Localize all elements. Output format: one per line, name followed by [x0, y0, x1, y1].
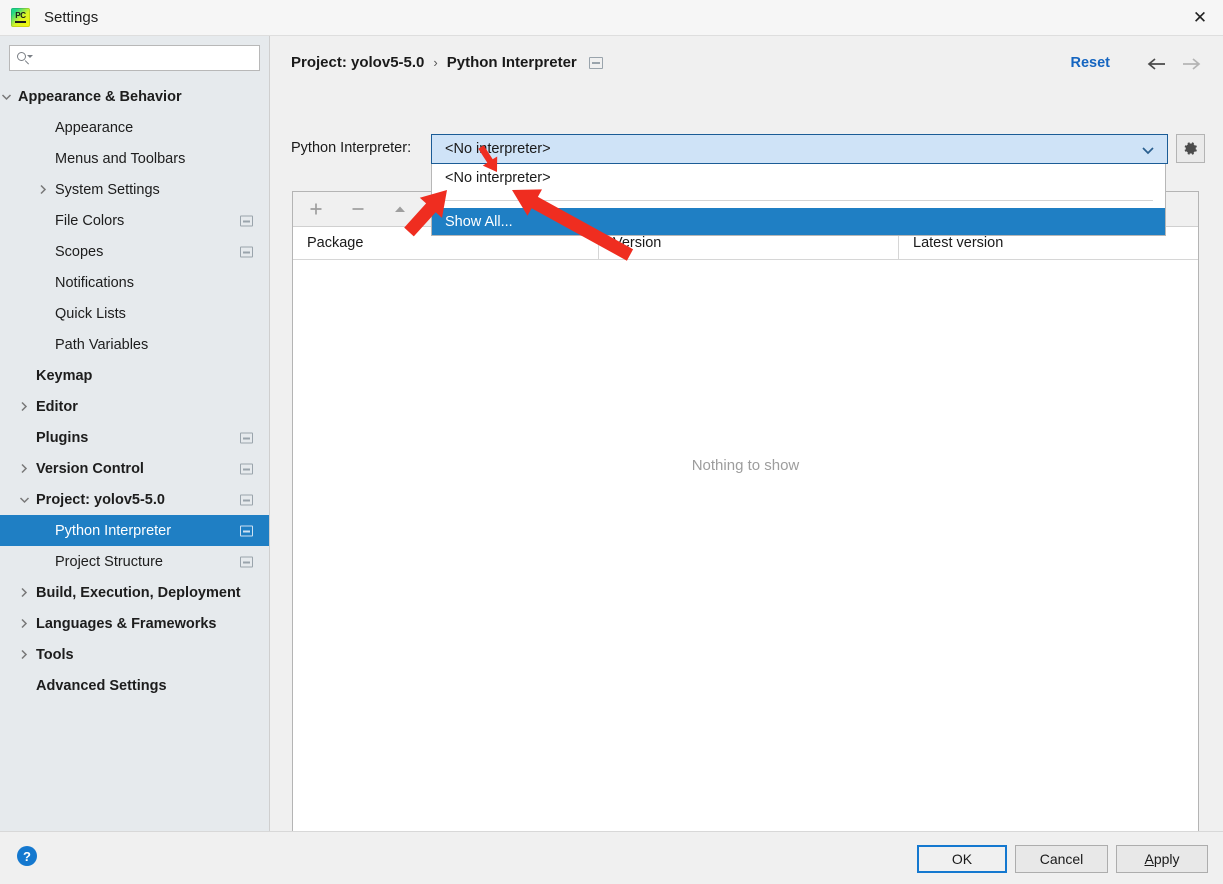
sidebar-item-quick-lists[interactable]: Quick Lists — [0, 298, 269, 329]
reset-link[interactable]: Reset — [1071, 55, 1111, 71]
sidebar-item-label: Project Structure — [55, 553, 163, 570]
breadcrumb-leaf: Python Interpreter — [446, 54, 577, 71]
search-area — [0, 36, 269, 71]
chevron-down-icon[interactable] — [18, 494, 30, 506]
settings-dialog: PC Settings ✕ Appearance & Behavior Appea… — [0, 0, 1223, 884]
project-scope-badge-icon — [240, 525, 253, 536]
project-scope-badge-icon — [240, 246, 253, 257]
search-box[interactable] — [9, 45, 260, 71]
remove-icon[interactable] — [347, 198, 369, 220]
arrow-left-icon[interactable] — [1147, 54, 1167, 74]
interpreter-settings-gear-button[interactable] — [1176, 134, 1205, 163]
dropdown-option-show-all[interactable]: Show All... — [432, 208, 1165, 235]
project-scope-badge-icon — [588, 56, 603, 69]
sidebar-item-advanced-settings[interactable]: Advanced Settings — [0, 670, 269, 701]
sidebar-item-version-control[interactable]: Version Control — [0, 453, 269, 484]
sidebar-item-appearance[interactable]: Appearance — [0, 112, 269, 143]
sidebar-item-label: File Colors — [55, 212, 125, 229]
sidebar-item-label: Python Interpreter — [55, 522, 172, 539]
chevron-right-icon[interactable] — [18, 587, 30, 599]
close-icon[interactable]: ✕ — [1177, 0, 1223, 35]
project-scope-badge-icon — [240, 215, 253, 226]
sidebar-item-label: Scopes — [55, 243, 104, 260]
sidebar-item-build-execution-deployment[interactable]: Build, Execution, Deployment — [0, 577, 269, 608]
upgrade-icon[interactable] — [389, 198, 411, 220]
sidebar-item-label: Languages & Frameworks — [36, 615, 217, 632]
interpreter-dropdown-popup: <No interpreter> Show All... — [431, 164, 1166, 236]
dialog-footer: ? OK Cancel Apply — [0, 831, 1223, 884]
sidebar-item-label: Build, Execution, Deployment — [36, 584, 241, 601]
packages-panel: Package Version Latest version Nothing t… — [292, 191, 1199, 846]
chevron-right-icon[interactable] — [18, 463, 30, 475]
empty-state-text: Nothing to show — [691, 457, 800, 474]
interpreter-label: Python Interpreter: — [291, 140, 412, 156]
apply-button[interactable]: Apply — [1116, 845, 1208, 873]
chevron-right-icon[interactable] — [18, 618, 30, 630]
sidebar-item-label: Notifications — [55, 274, 134, 291]
sidebar-item-label: System Settings — [55, 181, 160, 198]
sidebar-item-label: Tools — [36, 646, 74, 663]
dropdown-separator — [444, 200, 1153, 201]
settings-tree: Appearance & Behavior Appearance Menus and… — [0, 81, 269, 701]
sidebar-item-menus-and-toolbars[interactable]: Menus and Toolbars — [0, 143, 269, 174]
chevron-down-icon — [1141, 144, 1155, 160]
sidebar-item-plugins[interactable]: Plugins — [0, 422, 269, 453]
window-title: Settings — [44, 9, 99, 26]
sidebar-item-notifications[interactable]: Notifications — [0, 267, 269, 298]
arrow-right-icon[interactable] — [1181, 54, 1201, 74]
sidebar-item-label: Appearance & Behavior — [18, 88, 182, 105]
project-scope-badge-icon — [240, 432, 253, 443]
interpreter-selected-value: <No interpreter> — [445, 141, 551, 157]
chevron-right-icon[interactable] — [18, 649, 30, 661]
ok-button[interactable]: OK — [917, 845, 1007, 873]
content-pane: Project: yolov5-5.0 › Python Interpreter… — [271, 36, 1223, 846]
sidebar-item-label: Keymap — [36, 367, 93, 384]
project-scope-badge-icon — [240, 463, 253, 474]
project-scope-badge-icon — [240, 494, 253, 505]
sidebar-item-scopes[interactable]: Scopes — [0, 236, 269, 267]
sidebar-item-project-structure[interactable]: Project Structure — [0, 546, 269, 577]
sidebar-item-label: Quick Lists — [55, 305, 126, 322]
chevron-down-icon[interactable] — [0, 91, 12, 103]
sidebar-item-label: Appearance — [55, 119, 134, 136]
sidebar-item-label: Menus and Toolbars — [55, 150, 186, 167]
settings-sidebar: Appearance & Behavior Appearance Menus and… — [0, 36, 270, 831]
sidebar-item-label: Project: yolov5-5.0 — [36, 491, 165, 508]
sidebar-item-tools[interactable]: Tools — [0, 639, 269, 670]
cancel-button[interactable]: Cancel — [1015, 845, 1108, 873]
sidebar-item-label: Version Control — [36, 460, 144, 477]
sidebar-item-python-interpreter[interactable]: Python Interpreter — [0, 515, 269, 546]
gear-icon — [1184, 142, 1197, 155]
interpreter-combobox[interactable]: <No interpreter> — [431, 134, 1168, 164]
title-bar: PC Settings ✕ — [0, 0, 1223, 36]
sidebar-item-path-variables[interactable]: Path Variables — [0, 329, 269, 360]
pycharm-logo-icon: PC — [11, 8, 30, 27]
breadcrumb-root[interactable]: Project: yolov5-5.0 — [291, 54, 424, 71]
chevron-right-icon[interactable] — [37, 184, 49, 196]
project-scope-badge-icon — [240, 556, 253, 567]
sidebar-item-label: Editor — [36, 398, 78, 415]
sidebar-item-project-yolov5-5-0[interactable]: Project: yolov5-5.0 — [0, 484, 269, 515]
sidebar-item-file-colors[interactable]: File Colors — [0, 205, 269, 236]
add-icon[interactable] — [305, 198, 327, 220]
sidebar-item-system-settings[interactable]: System Settings — [0, 174, 269, 205]
sidebar-item-label: Path Variables — [55, 336, 149, 353]
search-icon — [16, 51, 33, 65]
dropdown-option-no-interpreter[interactable]: <No interpreter> — [432, 164, 1165, 192]
sidebar-item-appearance-behavior[interactable]: Appearance & Behavior — [0, 81, 269, 112]
sidebar-item-keymap[interactable]: Keymap — [0, 360, 269, 391]
help-icon[interactable]: ? — [17, 846, 37, 866]
sidebar-item-languages-frameworks[interactable]: Languages & Frameworks — [0, 608, 269, 639]
chevron-right-icon[interactable] — [18, 401, 30, 413]
breadcrumb: Project: yolov5-5.0 › Python Interpreter — [291, 54, 603, 71]
sidebar-item-editor[interactable]: Editor — [0, 391, 269, 422]
search-input[interactable] — [32, 47, 253, 69]
sidebar-item-label: Plugins — [36, 429, 89, 446]
sidebar-item-label: Advanced Settings — [36, 677, 167, 694]
breadcrumb-separator: › — [433, 55, 438, 70]
